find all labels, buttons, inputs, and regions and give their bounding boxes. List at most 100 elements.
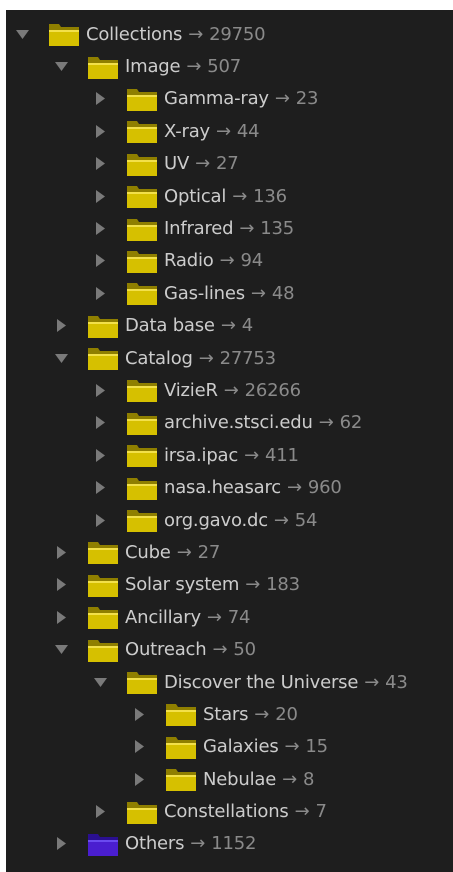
tree-row-label: Stars xyxy=(203,703,249,725)
hips-tree-panel: Collections → 29750 Image → 507 Gamma-ray → 23 X-… xyxy=(6,10,453,872)
right-arrow-separator: → xyxy=(219,250,235,272)
tree-row[interactable]: Image → 507 xyxy=(6,50,453,82)
tree-row[interactable]: Collections → 29750 xyxy=(6,18,453,50)
tree-row-count: 54 xyxy=(294,509,318,531)
collapsed-arrow-icon[interactable] xyxy=(94,805,107,819)
tree-row[interactable]: Constellations → 7 xyxy=(6,795,453,827)
tree-row[interactable]: Stars → 20 xyxy=(6,698,453,730)
tree-row-count: 29750 xyxy=(209,23,266,45)
expanded-arrow-icon[interactable] xyxy=(55,643,68,656)
collapsed-arrow-icon[interactable] xyxy=(55,610,68,624)
right-arrow-separator: → xyxy=(273,509,289,531)
tree-row[interactable]: Cube → 27 xyxy=(6,536,453,568)
folder-icon xyxy=(125,150,159,178)
tree-row[interactable]: Radio → 94 xyxy=(6,245,453,277)
tree-row-label: Data base xyxy=(125,315,215,337)
tree-row[interactable]: VizieR → 26266 xyxy=(6,374,453,406)
tree-row[interactable]: archive.stsci.edu → 62 xyxy=(6,407,453,439)
collapsed-arrow-icon[interactable] xyxy=(55,545,68,559)
right-arrow-separator: → xyxy=(216,120,231,142)
right-arrow-separator: → xyxy=(188,23,204,45)
tree-row[interactable]: Solar system → 183 xyxy=(6,569,453,601)
collections-tree: Collections → 29750 Image → 507 Gamma-ray → 23 X-… xyxy=(6,18,453,860)
right-arrow-separator: → xyxy=(223,379,239,401)
folder-icon xyxy=(125,247,159,275)
tree-row[interactable]: Outreach → 50 xyxy=(6,633,453,665)
folder-icon xyxy=(86,603,120,631)
collapsed-arrow-icon[interactable] xyxy=(133,740,146,754)
tree-row[interactable]: Galaxies → 15 xyxy=(6,731,453,763)
tree-row-label: Outreach xyxy=(125,639,207,661)
folder-icon xyxy=(164,700,198,728)
expanded-arrow-icon[interactable] xyxy=(94,676,107,689)
tree-row-count: 1152 xyxy=(211,833,257,855)
collapsed-arrow-icon[interactable] xyxy=(94,92,107,106)
tree-row[interactable]: Catalog → 27753 xyxy=(6,342,453,374)
collapsed-arrow-icon[interactable] xyxy=(94,481,107,495)
tree-row-count: 74 xyxy=(227,606,251,628)
folder-icon xyxy=(86,53,120,81)
tree-row[interactable]: nasa.heasarc → 960 xyxy=(6,471,453,503)
tree-row-count: 411 xyxy=(264,444,299,466)
expanded-arrow-icon[interactable] xyxy=(55,60,68,73)
tree-row[interactable]: Others → 1152 xyxy=(6,828,453,860)
folder-icon xyxy=(125,279,159,307)
collapsed-arrow-icon[interactable] xyxy=(94,416,107,430)
collapsed-arrow-icon[interactable] xyxy=(94,254,107,268)
tree-row-label: Gas-lines xyxy=(164,282,245,304)
folder-icon xyxy=(125,117,159,145)
folder-icon xyxy=(125,506,159,534)
folder-icon xyxy=(86,571,120,599)
tree-row-label: Galaxies xyxy=(203,736,279,758)
tree-row[interactable]: Nebulae → 8 xyxy=(6,763,453,795)
tree-row-label: Constellations xyxy=(164,801,289,823)
tree-row-label: nasa.heasarc xyxy=(164,477,281,499)
collapsed-arrow-icon[interactable] xyxy=(94,222,107,236)
tree-row[interactable]: X-ray → 44 xyxy=(6,115,453,147)
right-arrow-separator: → xyxy=(190,833,206,855)
folder-icon xyxy=(125,474,159,502)
tree-row[interactable]: Gamma-ray → 23 xyxy=(6,83,453,115)
folder-icon xyxy=(164,733,198,761)
tree-row[interactable]: Ancillary → 74 xyxy=(6,601,453,633)
folder-icon xyxy=(125,215,159,243)
tree-row-label: Cube xyxy=(125,541,171,563)
right-arrow-separator: → xyxy=(198,347,214,369)
collapsed-arrow-icon[interactable] xyxy=(55,578,68,592)
right-arrow-separator: → xyxy=(364,671,380,693)
tree-row[interactable]: Discover the Universe → 43 xyxy=(6,666,453,698)
tree-row-count: 20 xyxy=(275,703,298,725)
tree-row-count: 27 xyxy=(197,541,221,563)
tree-row-label: Gamma-ray xyxy=(164,88,269,110)
folder-icon xyxy=(47,20,81,48)
tree-row[interactable]: org.gavo.dc → 54 xyxy=(6,504,453,536)
collapsed-arrow-icon[interactable] xyxy=(94,286,107,300)
collapsed-arrow-icon[interactable] xyxy=(94,448,107,462)
collapsed-arrow-icon[interactable] xyxy=(94,189,107,203)
tree-row[interactable]: irsa.ipac → 411 xyxy=(6,439,453,471)
collapsed-arrow-icon[interactable] xyxy=(94,157,107,171)
tree-row-count: 15 xyxy=(305,736,328,758)
right-arrow-separator: → xyxy=(195,153,210,175)
tree-row[interactable]: Gas-lines → 48 xyxy=(6,277,453,309)
collapsed-arrow-icon[interactable] xyxy=(133,772,146,786)
tree-row-label: Infrared xyxy=(164,218,234,240)
right-arrow-separator: → xyxy=(250,282,266,304)
collapsed-arrow-icon[interactable] xyxy=(94,383,107,397)
expanded-arrow-icon[interactable] xyxy=(16,28,29,41)
collapsed-arrow-icon[interactable] xyxy=(55,319,68,333)
tree-row-label: Ancillary xyxy=(125,606,201,628)
tree-row[interactable]: Infrared → 135 xyxy=(6,212,453,244)
right-arrow-separator: → xyxy=(318,412,334,434)
collapsed-arrow-icon[interactable] xyxy=(55,837,68,851)
collapsed-arrow-icon[interactable] xyxy=(133,707,146,721)
folder-icon xyxy=(125,85,159,113)
tree-row[interactable]: UV → 27 xyxy=(6,148,453,180)
expanded-arrow-icon[interactable] xyxy=(55,352,68,365)
tree-row-label: Nebulae xyxy=(203,768,277,790)
collapsed-arrow-icon[interactable] xyxy=(94,513,107,527)
tree-row[interactable]: Data base → 4 xyxy=(6,310,453,342)
right-arrow-separator: → xyxy=(284,736,300,758)
tree-row[interactable]: Optical → 136 xyxy=(6,180,453,212)
collapsed-arrow-icon[interactable] xyxy=(94,124,107,138)
